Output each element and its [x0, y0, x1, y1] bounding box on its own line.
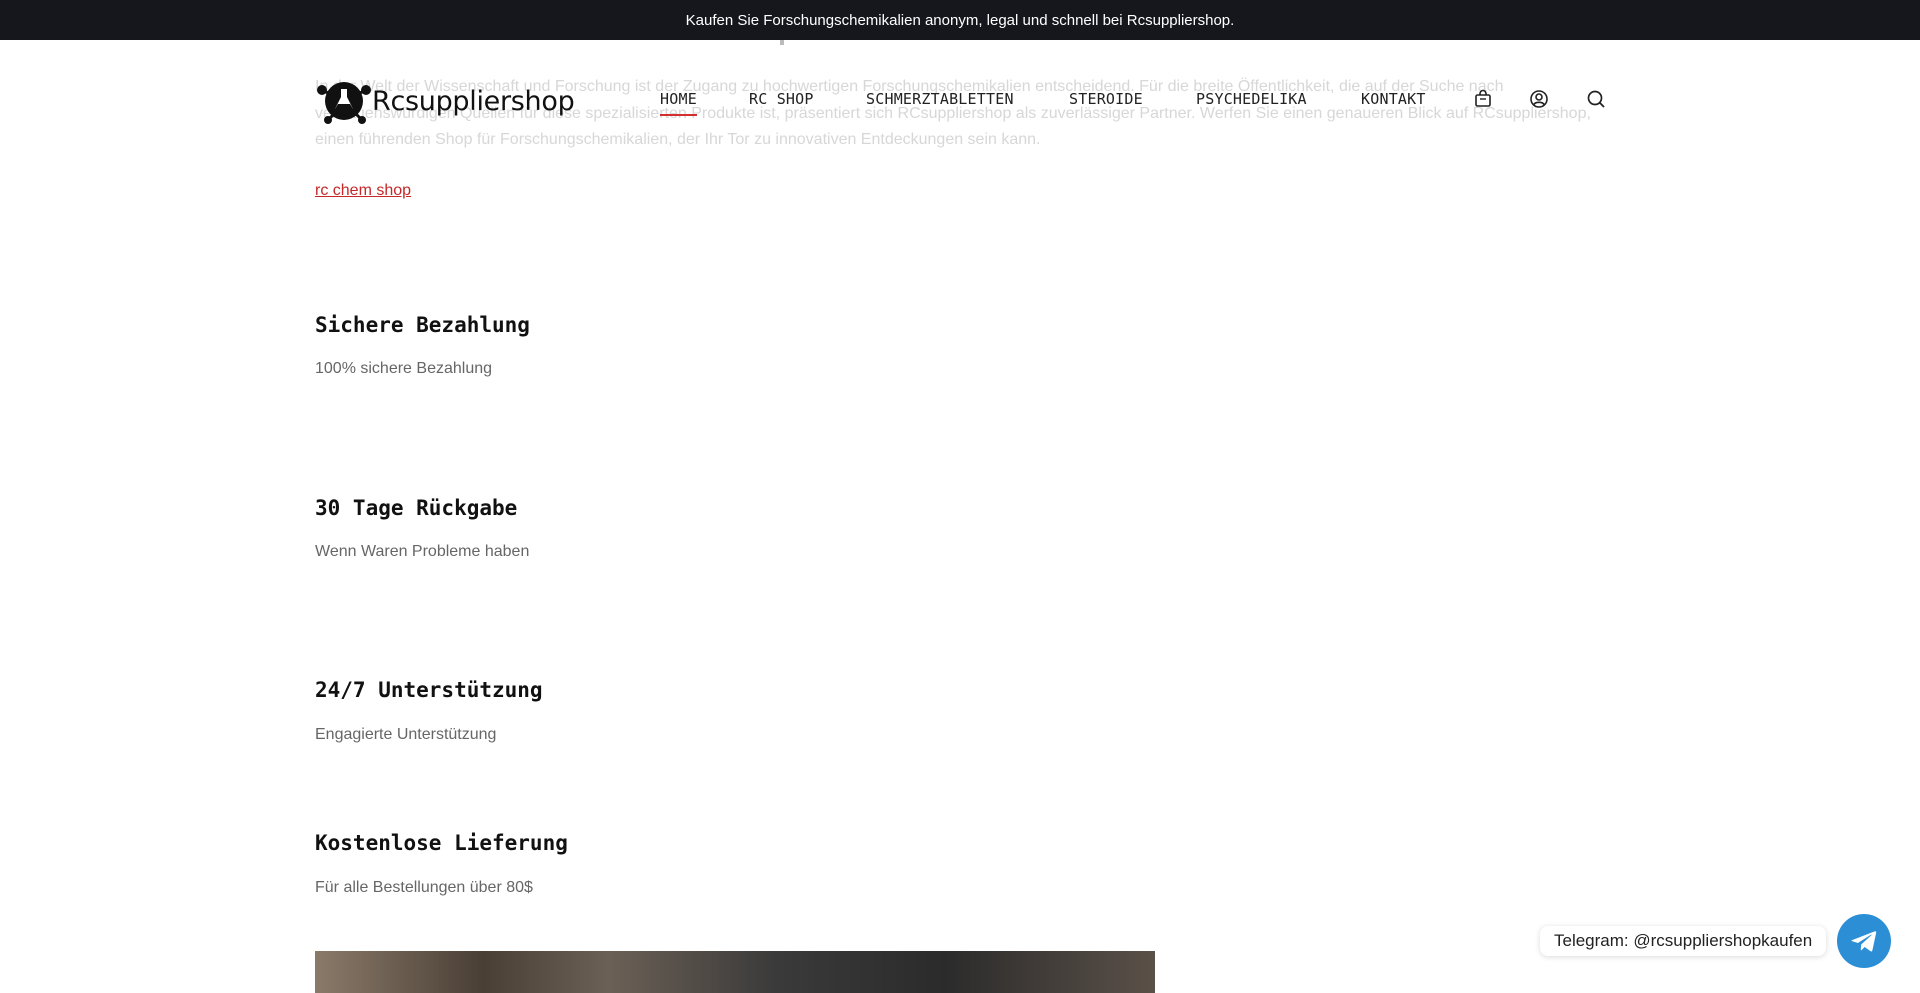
hero-image: [315, 951, 1155, 993]
site-logo[interactable]: Rcsuppliershop: [314, 76, 575, 126]
feature-title: 24/7 Unterstützung: [315, 678, 543, 702]
feature-text: Für alle Bestellungen über 80$: [315, 879, 533, 896]
telegram-label-text: Telegram: @rcsuppliershopkaufen: [1554, 931, 1813, 950]
announcement-text: Kaufen Sie Forschungschemikalien anonym,…: [685, 11, 1235, 29]
cart-icon[interactable]: [1473, 89, 1493, 109]
nav-kontakt[interactable]: KONTAKT: [1361, 90, 1426, 108]
telegram-label[interactable]: Telegram: @rcsuppliershopkaufen: [1540, 926, 1827, 956]
feature-title: Sichere Bezahlung: [315, 313, 530, 337]
brand-name: Rcsuppliershop: [372, 85, 575, 117]
nav-home[interactable]: HOME: [660, 90, 697, 116]
announcement-bar: Kaufen Sie Forschungschemikalien anonym,…: [0, 0, 1920, 40]
nav-schmerztabletten[interactable]: SCHMERZTABLETTEN: [866, 90, 1014, 108]
flask-logo-icon: [317, 82, 371, 124]
account-icon[interactable]: [1529, 89, 1549, 109]
feature-title: 30 Tage Rückgabe: [315, 496, 518, 520]
feature-text: Wenn Waren Probleme haben: [315, 543, 530, 560]
nav-rc-shop[interactable]: RC SHOP: [749, 90, 814, 108]
rc-chem-shop-link[interactable]: rc chem shop: [315, 182, 411, 200]
telegram-button[interactable]: [1837, 914, 1891, 968]
feature-title: Kostenlose Lieferung: [315, 831, 568, 855]
site-header: Rcsuppliershop HOME RC SHOP SCHMERZTABLE…: [0, 40, 1920, 160]
nav-steroide[interactable]: STEROIDE: [1069, 90, 1143, 108]
telegram-icon: [1851, 931, 1877, 952]
nav-psychedelika[interactable]: PSYCHEDELIKA: [1196, 90, 1307, 108]
search-icon[interactable]: [1586, 89, 1606, 109]
feature-text: 100% sichere Bezahlung: [315, 360, 493, 377]
feature-text: Engagierte Unterstützung: [315, 726, 497, 743]
